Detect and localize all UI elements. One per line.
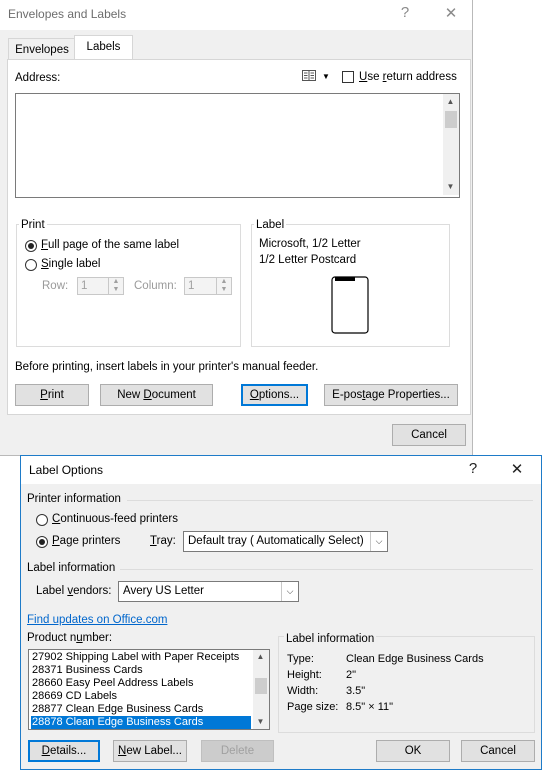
info-page-size-key: Page size:	[287, 701, 339, 713]
label-vendors-select[interactable]: Avery US Letter ⌵	[118, 581, 299, 602]
label-group-title: Label	[254, 219, 287, 231]
scroll-up-icon[interactable]: ▲	[443, 97, 458, 106]
page-printers-radio[interactable]	[36, 536, 48, 548]
chevron-down-icon[interactable]: ▼	[322, 72, 330, 81]
info-height-key: Height:	[287, 669, 322, 681]
section-divider	[120, 569, 533, 570]
epostage-properties-button[interactable]: E-postage Properties...	[324, 384, 458, 406]
env-cancel-button[interactable]: Cancel	[392, 424, 466, 446]
row-spinner[interactable]: 1 ▲ ▼	[77, 277, 124, 295]
printer-info-title: Printer information	[27, 493, 121, 505]
tab-labels[interactable]: Labels	[74, 35, 133, 60]
label-preview-icon	[331, 276, 369, 334]
scroll-up-icon[interactable]: ▲	[253, 652, 268, 661]
column-label: Column:	[134, 280, 177, 292]
address-label: Address:	[15, 72, 61, 84]
chevron-down-icon[interactable]: ⌵	[281, 582, 298, 601]
list-item[interactable]: 28877 Clean Edge Business Cards	[31, 703, 251, 716]
label-vendors-value: Avery US Letter	[123, 585, 204, 597]
close-button[interactable]: ✕	[438, 4, 464, 22]
info-width-key: Width:	[287, 685, 319, 697]
list-item[interactable]: 27902 Shipping Label with Paper Receipts	[31, 651, 251, 664]
help-button[interactable]: ?	[392, 4, 418, 21]
address-textarea[interactable]: ▲ ▼	[15, 93, 460, 198]
envelopes-labels-dialog: Envelopes and Labels ? ✕ Envelopes Label…	[0, 0, 473, 456]
dialog-title: Envelopes and Labels	[8, 7, 127, 21]
title-bar: Envelopes and Labels ? ✕	[0, 0, 472, 30]
row-spin-arrows-icon[interactable]: ▲ ▼	[108, 278, 123, 294]
list-item[interactable]: 28660 Easy Peel Address Labels	[31, 677, 251, 690]
full-page-radio[interactable]	[25, 240, 37, 252]
info-box-title: Label information	[284, 633, 377, 645]
column-value: 1	[188, 280, 195, 292]
tab-labels-label: Labels	[86, 41, 121, 53]
use-return-address-label: Use return address	[359, 71, 457, 83]
product-number-label: Product number:	[27, 632, 113, 644]
tray-value: Default tray ( Automatically Select)	[188, 535, 364, 547]
tray-select[interactable]: Default tray ( Automatically Select) ⌵	[183, 531, 388, 552]
label-options-dialog: Label Options ? ✕ Printer information Co…	[20, 455, 542, 770]
row-value: 1	[81, 280, 88, 292]
scroll-thumb[interactable]	[255, 678, 267, 694]
scroll-down-icon[interactable]: ▼	[253, 717, 268, 726]
close-button[interactable]: ✕	[506, 460, 528, 478]
address-book-icon[interactable]	[302, 70, 316, 81]
section-divider	[127, 500, 533, 501]
print-group-title: Print	[19, 219, 47, 231]
column-spinner[interactable]: 1 ▲ ▼	[184, 277, 232, 295]
row-label: Row:	[42, 280, 69, 292]
delete-button[interactable]: Delete	[201, 740, 274, 762]
full-page-label: Full page of the same label	[41, 239, 180, 251]
label-options-title-bar: Label Options ? ✕	[21, 456, 541, 484]
column-spin-arrows-icon[interactable]: ▲ ▼	[216, 278, 231, 294]
chevron-down-icon[interactable]: ⌵	[370, 532, 387, 551]
labels-tab-panel: Address: ▼ Use return address ▲ ▼ Print …	[7, 59, 471, 415]
continuous-feed-radio[interactable]	[36, 514, 48, 526]
info-height-value: 2"	[346, 669, 357, 681]
scroll-thumb[interactable]	[445, 111, 457, 128]
product-list-scrollbar[interactable]: ▲ ▼	[253, 650, 269, 729]
label-vendors-label: Label vendors:	[36, 585, 112, 597]
product-number-list[interactable]: 27902 Shipping Label with Paper Receipts…	[28, 649, 270, 730]
tray-label: Tray:	[150, 535, 176, 547]
lo-cancel-button[interactable]: Cancel	[461, 740, 535, 762]
list-item[interactable]: 28669 CD Labels	[31, 690, 251, 703]
new-label-button[interactable]: New Label...	[113, 740, 187, 762]
use-return-address-checkbox[interactable]	[342, 71, 354, 83]
page-printers-label: Page printers	[52, 535, 121, 547]
options-button[interactable]: Options...	[241, 384, 308, 406]
details-button[interactable]: Details...	[28, 740, 100, 762]
label-info-title: Label information	[27, 562, 116, 574]
find-updates-link[interactable]: Find updates on Office.com	[27, 614, 167, 626]
print-button[interactable]: Print	[15, 384, 89, 406]
label-info-box: Label information Type: Clean Edge Busin…	[278, 633, 535, 733]
list-item-selected[interactable]: 28878 Clean Edge Business Cards	[31, 716, 251, 729]
manual-feeder-note: Before printing, insert labels in your p…	[15, 361, 319, 373]
single-label-radio[interactable]	[25, 259, 37, 271]
address-scrollbar[interactable]: ▲ ▼	[443, 94, 459, 195]
tab-envelopes[interactable]: Envelopes	[8, 38, 76, 60]
help-button[interactable]: ?	[462, 460, 484, 477]
label-options-title: Label Options	[29, 463, 104, 477]
ok-button[interactable]: OK	[376, 740, 450, 762]
continuous-feed-label: Continuous-feed printers	[52, 513, 178, 525]
info-type-value: Clean Edge Business Cards	[346, 653, 484, 665]
label-line-2: 1/2 Letter Postcard	[259, 254, 357, 266]
list-item[interactable]: 28371 Business Cards	[31, 664, 251, 677]
label-line-1: Microsoft, 1/2 Letter	[259, 238, 361, 250]
single-label-label: Single label	[41, 258, 101, 270]
new-document-button[interactable]: New Document	[100, 384, 213, 406]
info-page-size-value: 8.5" × 11"	[346, 701, 394, 713]
info-type-key: Type:	[287, 653, 314, 665]
info-width-value: 3.5"	[346, 685, 366, 697]
scroll-down-icon[interactable]: ▼	[443, 182, 458, 191]
tab-envelopes-label: Envelopes	[15, 44, 69, 56]
